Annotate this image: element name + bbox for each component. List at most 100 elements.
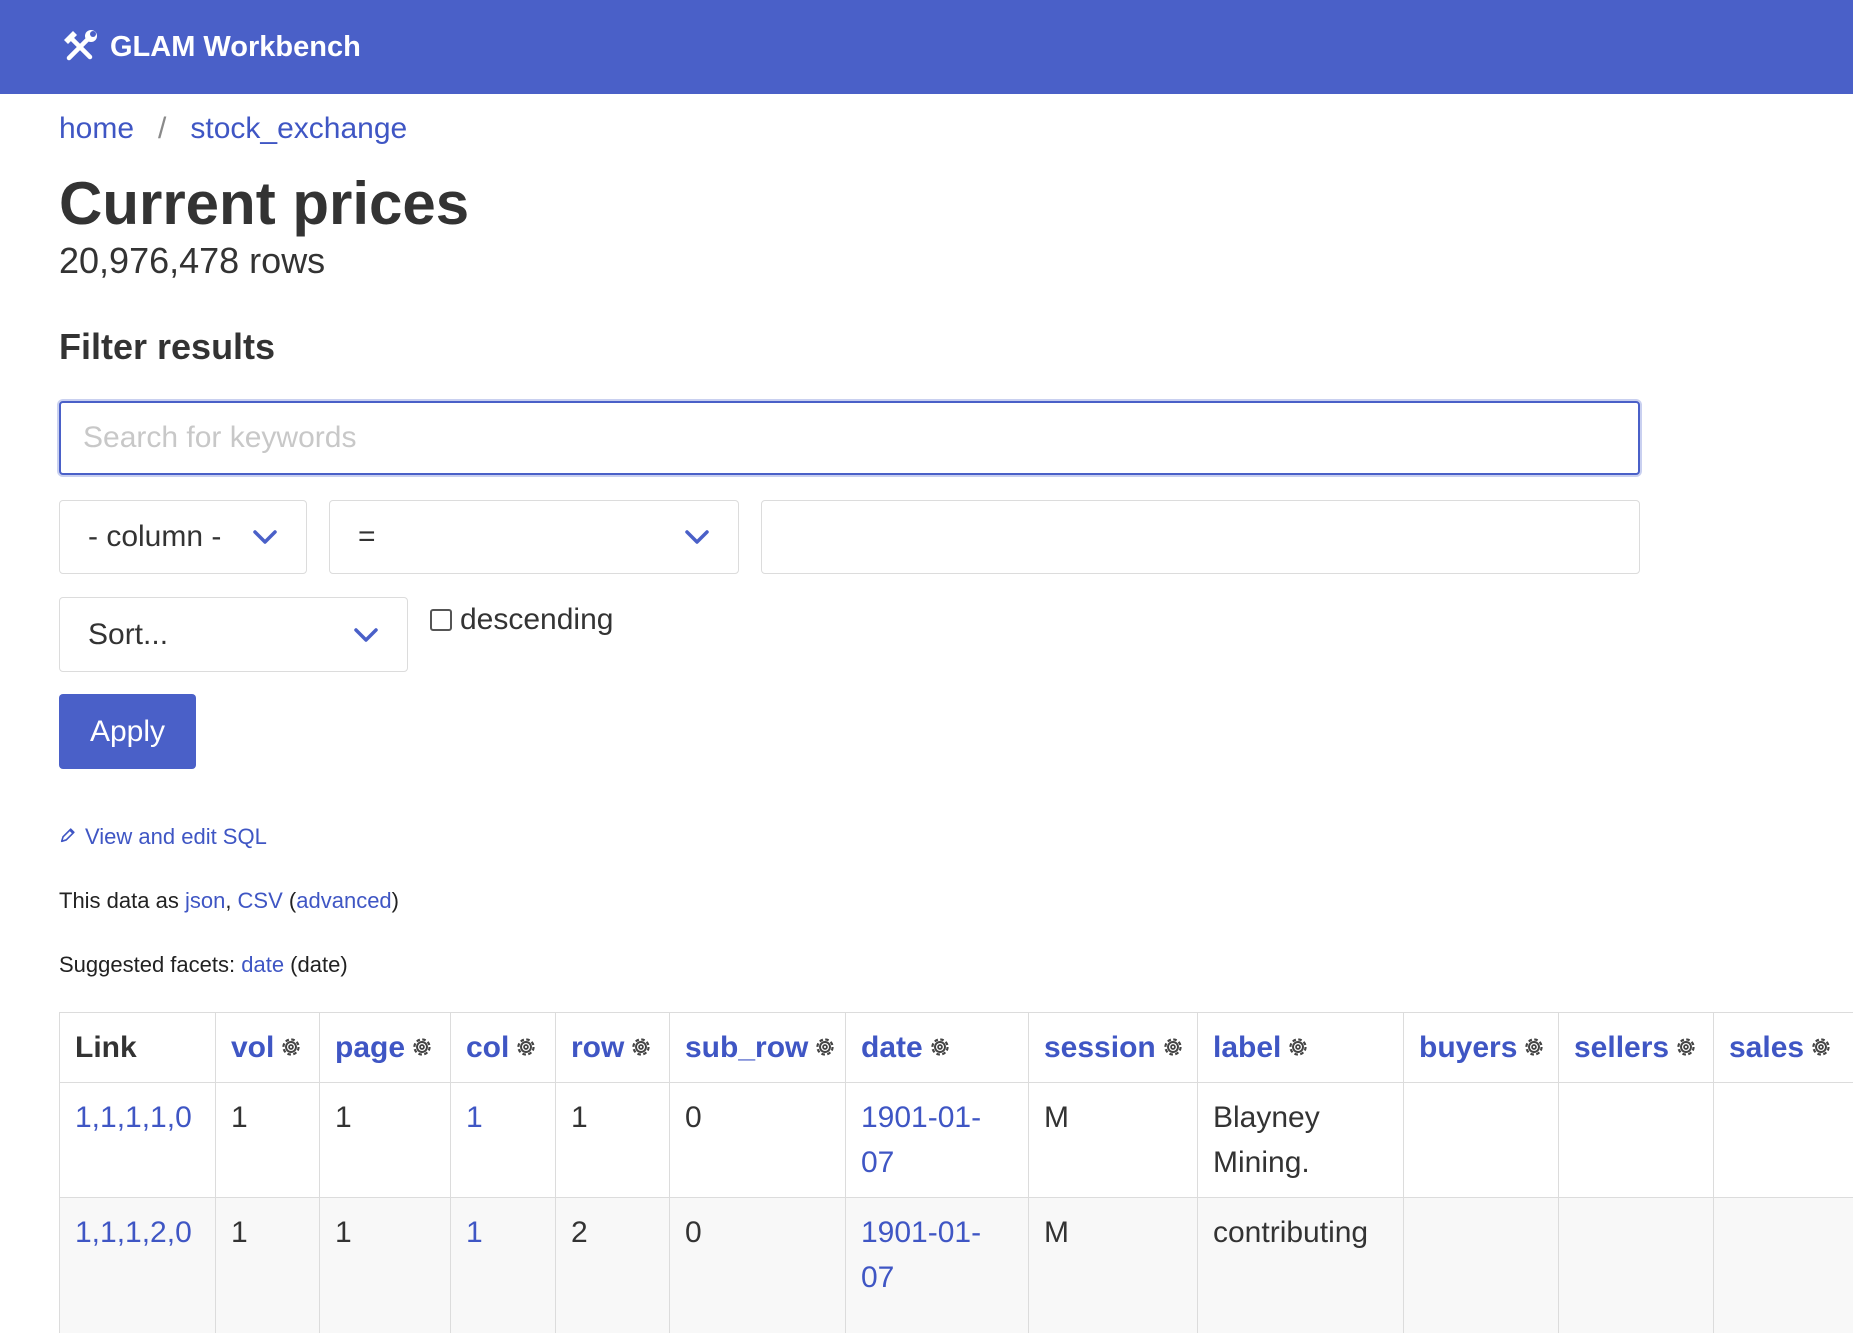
col-link[interactable]: 1 xyxy=(466,1101,483,1134)
cell-col: 1 xyxy=(450,1197,556,1333)
sort-sub-row-link[interactable]: sub_row xyxy=(685,1031,808,1064)
brand-link[interactable]: GLAM Workbench xyxy=(60,24,361,70)
cell-page: 1 xyxy=(319,1082,451,1198)
data-formats: This data as json, CSV (advanced) xyxy=(59,888,399,914)
suggested-facets: Suggested facets: date (date) xyxy=(59,952,348,978)
column-header-label: label xyxy=(1197,1012,1404,1083)
column-header-page: page xyxy=(319,1012,451,1083)
apply-button[interactable]: Apply xyxy=(59,694,196,769)
facet-date-suffix: (date) xyxy=(284,952,348,977)
row-link[interactable]: 1,1,1,1,0 xyxy=(75,1101,192,1134)
operator-select[interactable]: = xyxy=(329,500,739,574)
json-link[interactable]: json xyxy=(185,888,225,913)
gear-icon[interactable] xyxy=(1160,1034,1186,1060)
cell-date: 1901-01-07 xyxy=(845,1082,1029,1198)
gear-icon[interactable] xyxy=(628,1034,654,1060)
sort-select-value: Sort... xyxy=(88,617,169,651)
search-input[interactable] xyxy=(59,401,1640,475)
col-link[interactable]: 1 xyxy=(466,1216,483,1249)
cell-vol: 1 xyxy=(215,1082,320,1198)
results-table-container: Link vol page col row sub_row date sessi… xyxy=(59,1012,1853,1333)
column-header-vol: vol xyxy=(215,1012,320,1083)
operator-select-value: = xyxy=(358,520,376,553)
cell-buyers xyxy=(1403,1082,1559,1198)
sort-select[interactable]: Sort... xyxy=(59,597,408,672)
cell-link: 1,1,1,1,0 xyxy=(59,1082,216,1198)
sort-row-link[interactable]: row xyxy=(571,1031,624,1064)
cell-sales xyxy=(1713,1197,1853,1333)
cell-link: 1,1,1,2,0 xyxy=(59,1197,216,1333)
cell-vol: 1 xyxy=(215,1197,320,1333)
cell-sub-row: 0 xyxy=(669,1197,846,1333)
gear-icon[interactable] xyxy=(927,1034,953,1060)
gear-icon[interactable] xyxy=(1808,1034,1834,1060)
sort-session-link[interactable]: session xyxy=(1044,1031,1156,1064)
row-link[interactable]: 1,1,1,2,0 xyxy=(75,1216,192,1249)
column-header-sellers: sellers xyxy=(1558,1012,1714,1083)
sort-label-link[interactable]: label xyxy=(1213,1031,1281,1064)
cell-row: 2 xyxy=(555,1197,670,1333)
view-edit-sql-link[interactable]: View and edit SQL xyxy=(59,824,267,850)
column-header-row: row xyxy=(555,1012,670,1083)
advanced-link[interactable]: advanced xyxy=(296,888,391,913)
cell-sub-row: 0 xyxy=(669,1082,846,1198)
csv-link[interactable]: CSV xyxy=(238,888,283,913)
gear-icon[interactable] xyxy=(1521,1034,1547,1060)
cell-row: 1 xyxy=(555,1082,670,1198)
table-header-row: Link vol page col row sub_row date sessi… xyxy=(59,1012,1853,1083)
column-header-session: session xyxy=(1028,1012,1198,1083)
sort-sales-link[interactable]: sales xyxy=(1729,1031,1804,1064)
breadcrumb-separator: / xyxy=(158,112,167,145)
data-as-prefix: This data as xyxy=(59,888,185,913)
descending-label: descending xyxy=(460,603,614,636)
top-bar: GLAM Workbench xyxy=(0,0,1853,94)
breadcrumb-home-link[interactable]: home xyxy=(59,112,134,146)
brand-name: GLAM Workbench xyxy=(110,30,361,63)
filter-heading: Filter results xyxy=(59,326,276,367)
facets-prefix: Suggested facets: xyxy=(59,952,242,977)
column-header-sales: sales xyxy=(1713,1012,1853,1083)
tools-icon xyxy=(60,27,100,67)
column-header-buyers: buyers xyxy=(1403,1012,1559,1083)
column-header-link: Link xyxy=(59,1012,216,1083)
table-row: 1,1,1,1,0 1 1 1 1 0 1901-01-07 M Blayney… xyxy=(59,1082,1853,1198)
cell-session: M xyxy=(1028,1082,1198,1198)
sort-date-link[interactable]: date xyxy=(861,1031,923,1064)
gear-icon[interactable] xyxy=(812,1034,838,1060)
gear-icon[interactable] xyxy=(409,1034,435,1060)
table-row: 1,1,1,2,0 1 1 1 2 0 1901-01-07 M contrib… xyxy=(59,1197,1853,1333)
sort-vol-link[interactable]: vol xyxy=(231,1031,274,1064)
breadcrumb-database-link[interactable]: stock_exchange xyxy=(190,112,407,146)
column-select-value: - column - xyxy=(88,520,222,553)
descending-toggle[interactable]: descending xyxy=(430,603,613,637)
cell-buyers xyxy=(1403,1197,1559,1333)
column-select[interactable]: - column - xyxy=(59,500,307,574)
date-link[interactable]: 1901-01-07 xyxy=(861,1101,981,1179)
cell-page: 1 xyxy=(319,1197,451,1333)
sort-buyers-link[interactable]: buyers xyxy=(1419,1031,1517,1064)
sort-col-link[interactable]: col xyxy=(466,1031,509,1064)
descending-checkbox[interactable] xyxy=(430,609,452,631)
pencil-icon xyxy=(59,824,77,850)
gear-icon[interactable] xyxy=(513,1034,539,1060)
filter-value-input[interactable] xyxy=(761,500,1640,574)
breadcrumb: home / stock_exchange xyxy=(59,112,407,146)
paren-close: ) xyxy=(391,888,399,913)
gear-icon[interactable] xyxy=(1285,1034,1311,1060)
paren-open: ( xyxy=(282,888,297,913)
gear-icon[interactable] xyxy=(278,1034,304,1060)
sort-page-link[interactable]: page xyxy=(335,1031,405,1064)
comma: , xyxy=(225,888,238,913)
gear-icon[interactable] xyxy=(1673,1034,1699,1060)
cell-col: 1 xyxy=(450,1082,556,1198)
chevron-down-icon xyxy=(253,530,277,544)
cell-sales xyxy=(1713,1082,1853,1198)
column-header-label: Link xyxy=(75,1031,137,1064)
sort-sellers-link[interactable]: sellers xyxy=(1574,1031,1669,1064)
column-header-date: date xyxy=(845,1012,1029,1083)
cell-session: M xyxy=(1028,1197,1198,1333)
chevron-down-icon xyxy=(685,530,709,544)
facet-date-link[interactable]: date xyxy=(241,952,284,977)
date-link[interactable]: 1901-01-07 xyxy=(861,1216,981,1294)
cell-sellers xyxy=(1558,1082,1714,1198)
